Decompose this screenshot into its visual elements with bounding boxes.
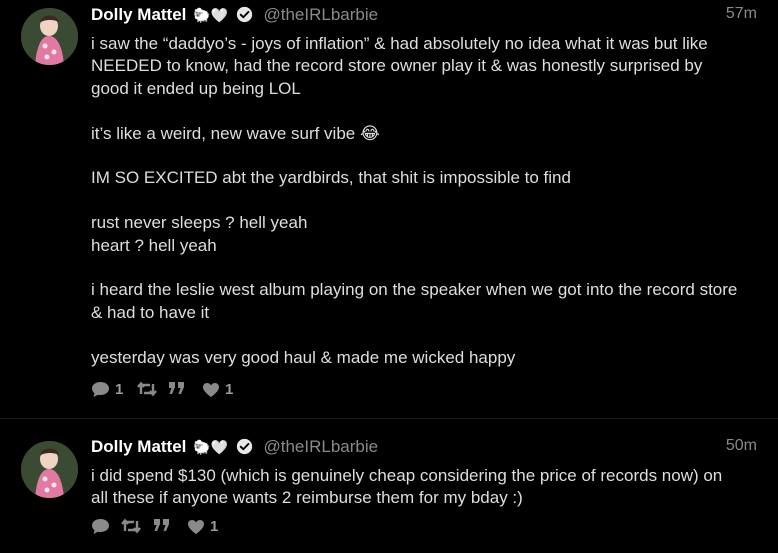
quote-button[interactable] [168, 381, 191, 395]
verified-badge-icon [236, 438, 252, 455]
reply-button[interactable] [91, 518, 115, 535]
tweet-header: Dolly Mattel 🐑🤍 @theIRLbarbie 57m [91, 5, 757, 27]
verified-badge-icon [236, 6, 252, 23]
user-handle[interactable]: @theIRLbarbie [263, 5, 378, 24]
quote-icon [154, 519, 169, 531]
tweet[interactable]: Dolly Mattel 🐑🤍 @theIRLbarbie 57m i saw … [0, 0, 778, 418]
speech-bubble-icon [92, 519, 109, 534]
tweet-header: Dolly Mattel 🐑🤍 @theIRLbarbie 50m [91, 437, 757, 459]
like-button[interactable]: 1 [187, 518, 218, 535]
name-emoji: 🐑🤍 [193, 439, 229, 455]
retweet-button[interactable] [121, 518, 146, 534]
avatar[interactable] [21, 441, 78, 498]
like-count: 1 [225, 381, 234, 398]
display-name[interactable]: Dolly Mattel [91, 5, 186, 24]
display-name[interactable]: Dolly Mattel [91, 437, 186, 456]
user-handle[interactable]: @theIRLbarbie [263, 437, 378, 456]
timestamp[interactable]: 50m [726, 437, 757, 455]
retweet-icon [137, 381, 157, 397]
quote-icon [169, 382, 184, 394]
tweet-text: i saw the “daddyo’s - joys of inflation”… [91, 34, 738, 367]
heart-icon [203, 382, 219, 397]
retweet-button[interactable] [137, 381, 162, 397]
speech-bubble-icon [92, 382, 109, 397]
tweet-text: i did spend $130 (which is genuinely che… [91, 466, 723, 508]
avatar[interactable] [21, 8, 78, 65]
like-count: 1 [210, 518, 219, 535]
name-emoji: 🐑🤍 [193, 7, 229, 23]
reply-button[interactable]: 1 [91, 381, 123, 398]
quote-button[interactable] [153, 518, 176, 532]
like-button[interactable]: 1 [202, 381, 233, 398]
timestamp[interactable]: 57m [726, 5, 757, 23]
retweet-icon [121, 518, 141, 534]
reply-count: 1 [115, 381, 124, 398]
heart-icon [188, 519, 204, 534]
